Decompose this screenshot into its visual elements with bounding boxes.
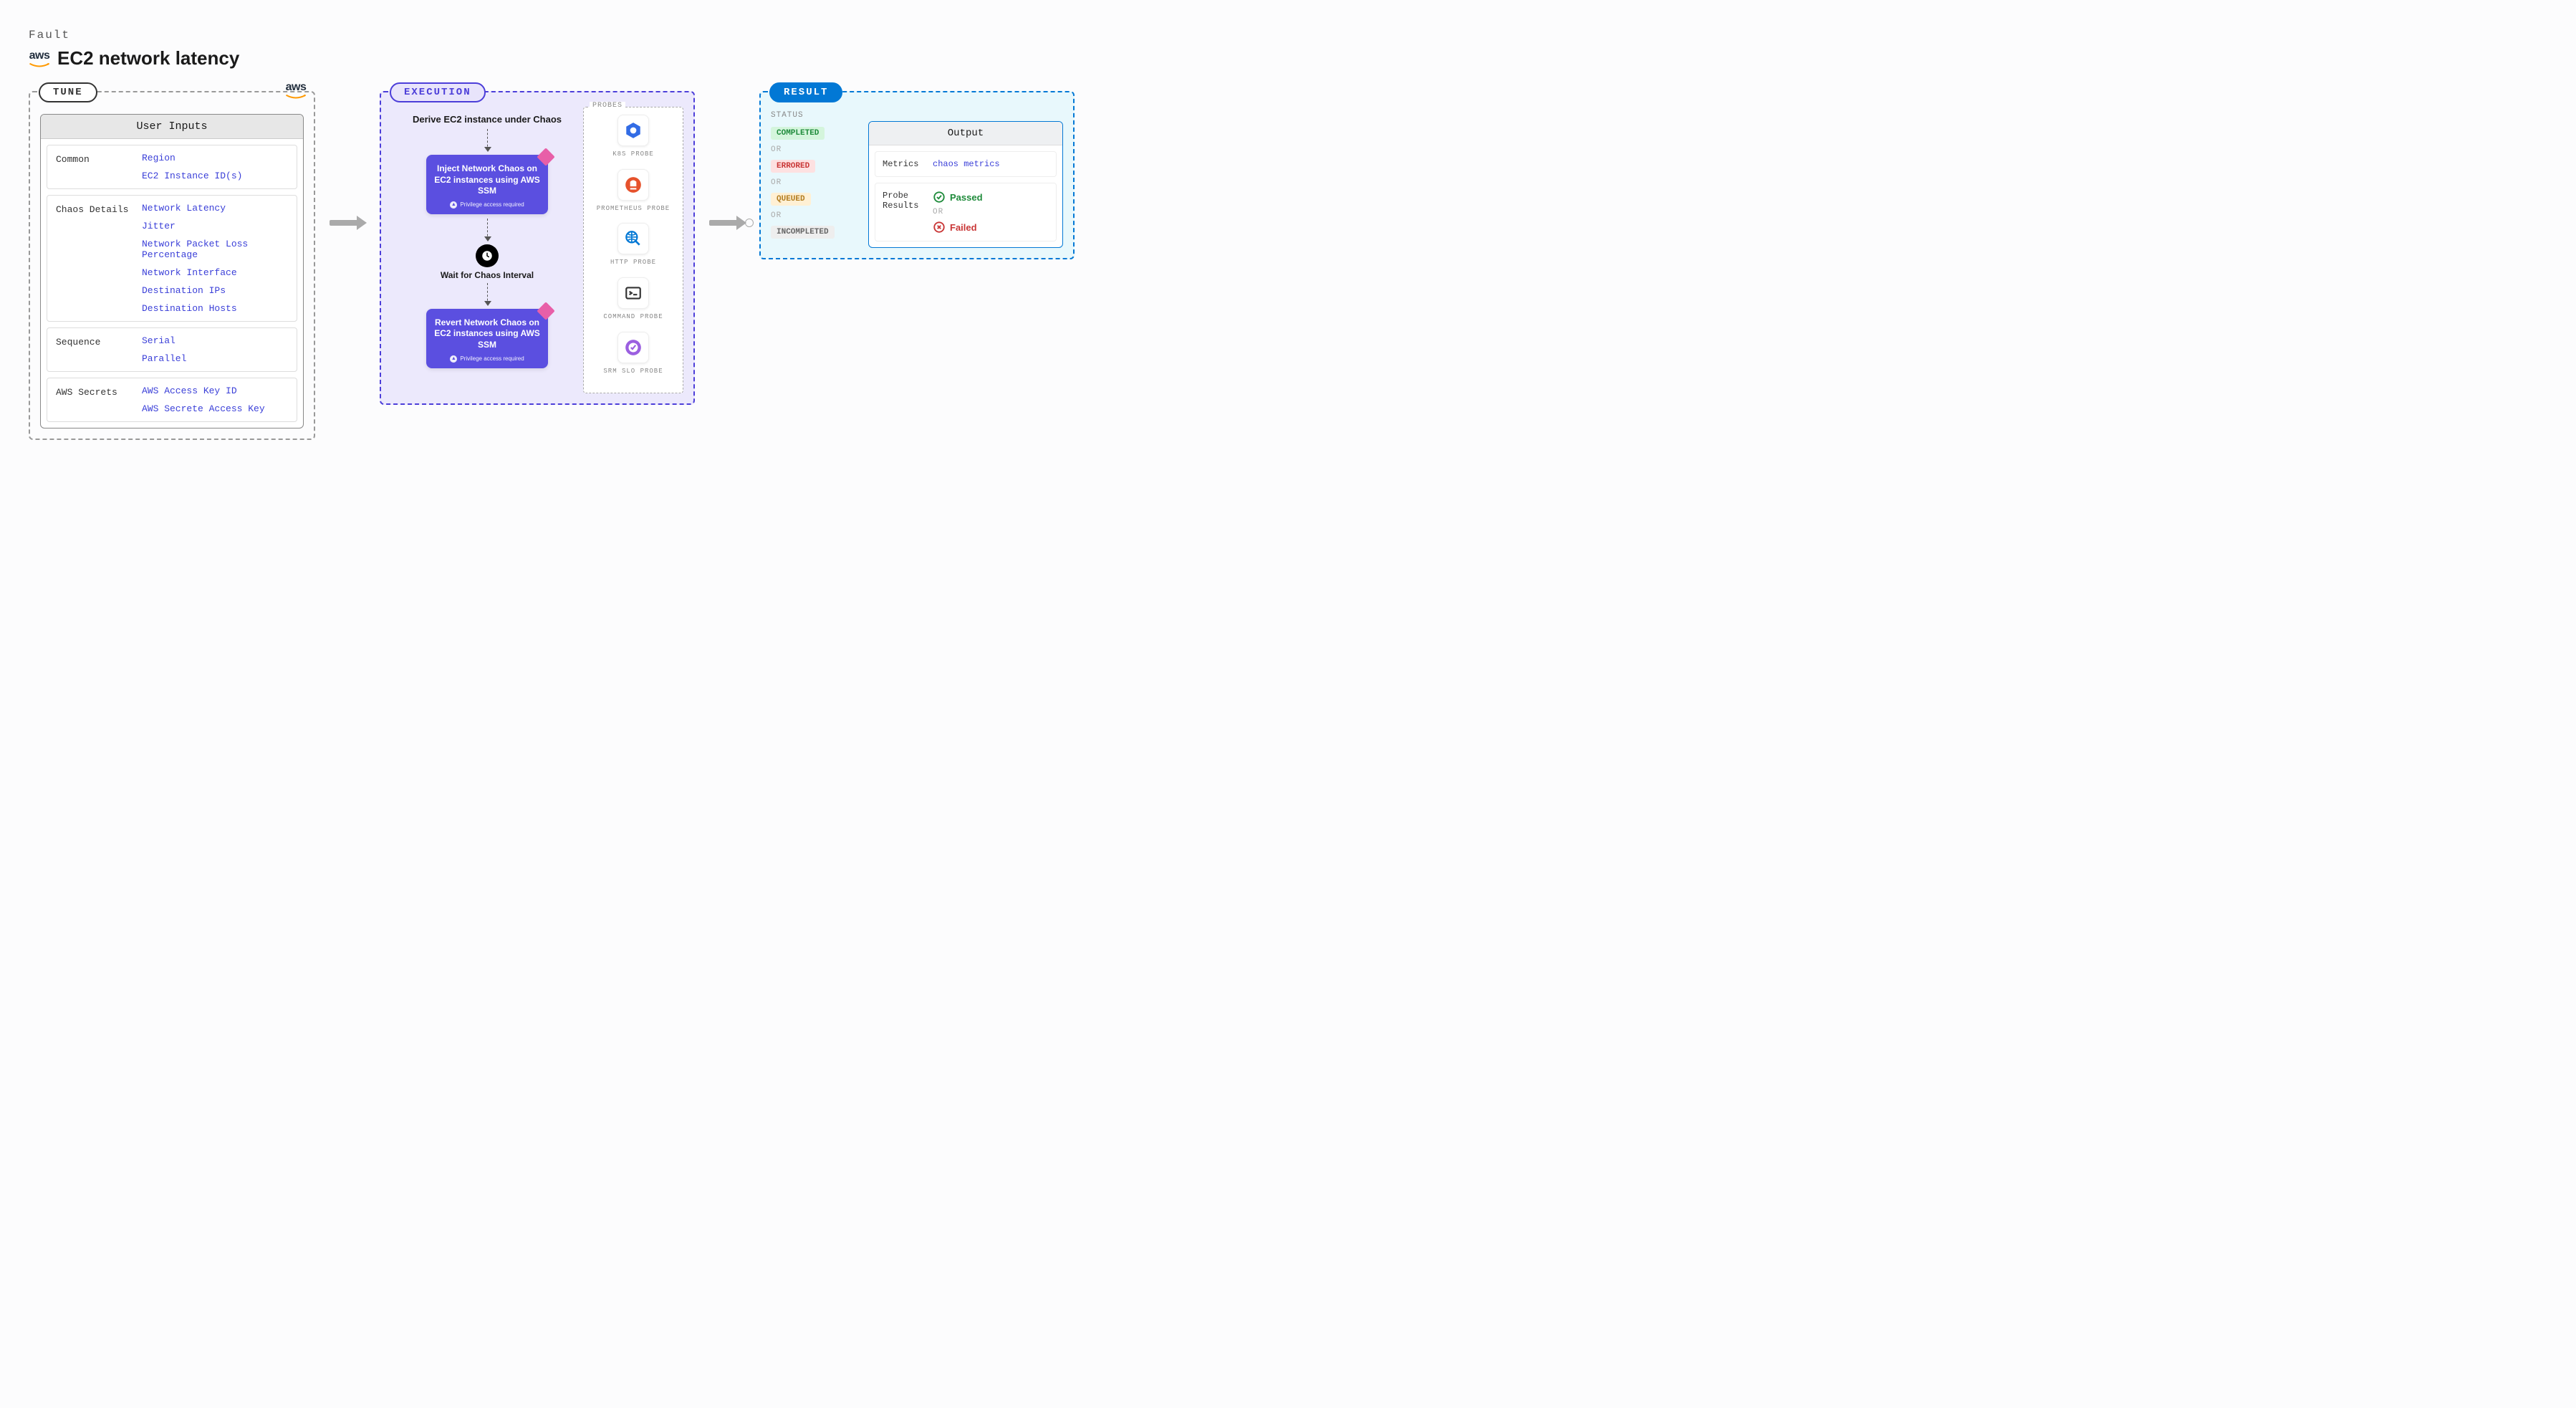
input-value: AWS Access Key ID [142,385,288,396]
or-label: OR [771,211,857,220]
probe-label: COMMAND PROBE [603,313,663,322]
or-label: OR [771,145,857,154]
aws-logo-icon: aws [29,49,50,68]
probes-panel: PROBES K8S PROBEPROMETHEUS PROBEHTTP PRO… [583,107,683,393]
status-label: STATUS [771,111,857,120]
input-value: Serial [142,335,288,346]
probe-label: SRM SLO PROBE [603,368,663,376]
input-value: Network Packet Loss Percentage [142,239,288,260]
tune-panel: TUNE aws User Inputs CommonRegionEC2 Ins… [29,91,315,440]
derive-step: Derive EC2 instance under Chaos [413,114,562,125]
status-badge: QUEUED [771,193,811,206]
input-value: Network Latency [142,203,288,214]
section-label: Common [56,153,135,181]
probe-label: HTTP PROBE [610,259,656,267]
flow-arrow-icon [487,219,488,240]
probe-item: HTTP PROBE [590,223,677,267]
failed-result: Failed [933,221,983,234]
execution-pill: EXECUTION [390,82,486,102]
input-value: Destination IPs [142,285,288,296]
section-label: AWS Secrets [56,385,135,414]
section-label: Chaos Details [56,203,135,314]
diagram: TUNE aws User Inputs CommonRegionEC2 Ins… [29,91,1103,440]
srm-icon [617,332,649,363]
metrics-key: Metrics [883,159,926,169]
status-badge: COMPLETED [771,127,825,140]
input-value: Region [142,153,288,163]
status-badge: ERRORED [771,160,815,173]
input-value: Network Interface [142,267,288,278]
output-card: Output Metrics chaos metrics Probe Resul… [868,121,1063,248]
page-header: Fault aws EC2 network latency [29,29,1103,70]
input-value: AWS Secrete Access Key [142,403,288,414]
user-inputs-header: User Inputs [41,115,303,139]
input-section: Chaos Details Network Latency Jitter Networ… [47,195,297,322]
input-section: AWS Secrets AWS Access Key ID AWS Secrete … [47,378,297,422]
probe-item: K8S PROBE [590,115,677,159]
metrics-value: chaos metrics [933,159,1000,169]
wait-step: Wait for Chaos Interval [441,270,534,280]
input-value: EC2 Instance ID(s) [142,171,288,181]
probe-label: K8S PROBE [612,150,654,159]
result-pill: RESULT [769,82,842,102]
revert-step-card: Revert Network Chaos on EC2 instances us… [426,309,548,368]
arrow-icon [709,220,745,226]
or-label: OR [933,208,983,216]
probe-item: COMMAND PROBE [590,277,677,322]
status-badge: INCOMPLETED [771,226,835,239]
arrow-icon [330,220,365,226]
input-section: Sequence Serial Parallel [47,327,297,372]
input-section: Common Region EC2 Instance ID(s) [47,145,297,189]
input-value: Jitter [142,221,288,231]
probe-results-key: Probe Results [883,191,926,234]
probes-label: PROBES [590,102,625,110]
page-title: EC2 network latency [57,47,239,70]
output-header: Output [869,122,1062,145]
prom-icon [617,169,649,201]
user-inputs-card: User Inputs Common Region EC2 Instance ID(… [40,114,304,428]
tune-pill: TUNE [39,82,97,102]
or-label: OR [771,178,857,187]
probe-item: SRM SLO PROBE [590,332,677,376]
cmd-icon [617,277,649,309]
fault-label: Fault [29,29,1103,42]
clock-icon [476,244,499,267]
input-value: Parallel [142,353,288,364]
http-icon [617,223,649,254]
passed-result: Passed [933,191,983,203]
flow-arrow-icon [487,283,488,305]
lock-icon: ▲ [450,355,457,363]
lock-icon: ▲ [450,201,457,209]
x-circle-icon [933,221,946,234]
probe-item: PROMETHEUS PROBE [590,169,677,214]
k8s-icon [617,115,649,146]
flow-arrow-icon [487,129,488,150]
probe-label: PROMETHEUS PROBE [597,205,670,214]
execution-panel: EXECUTION Derive EC2 instance under Chao… [380,91,695,405]
input-value: Destination Hosts [142,303,288,314]
check-circle-icon [933,191,946,203]
section-label: Sequence [56,335,135,364]
result-panel: RESULT STATUS COMPLETEDORERROREDORQUEUED… [759,91,1075,259]
inject-step-card: Inject Network Chaos on EC2 instances us… [426,155,548,214]
aws-corner-icon: aws [285,81,307,100]
